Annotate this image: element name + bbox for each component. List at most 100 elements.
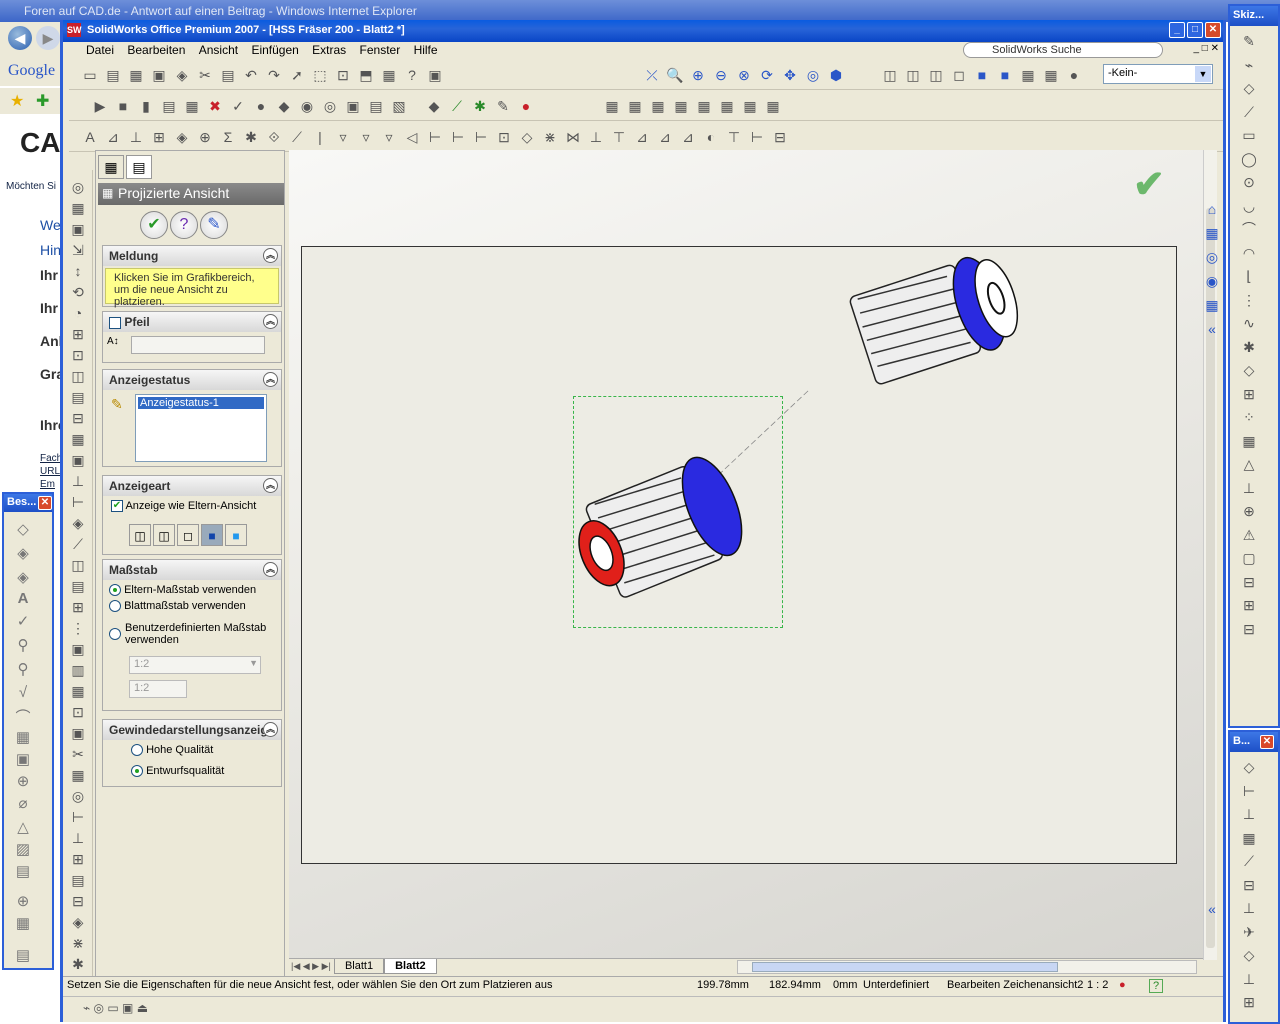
palette-title[interactable]: Skiz... bbox=[1230, 6, 1278, 26]
datum-icon[interactable]: ▣ bbox=[12, 750, 34, 768]
line-icon[interactable]: ⟋ bbox=[448, 97, 466, 115]
perpendicular-icon[interactable]: ⊥ bbox=[127, 128, 145, 146]
select-icon[interactable]: ➚ bbox=[288, 66, 306, 84]
forward-icon[interactable]: ▶ bbox=[36, 26, 60, 50]
shaded-edges-icon[interactable]: ■ bbox=[973, 66, 991, 84]
layer-icon[interactable]: ▤ bbox=[160, 97, 178, 115]
sketch-tool-icon[interactable]: ◯ bbox=[1240, 150, 1258, 168]
collapse-icon[interactable]: ︽ bbox=[263, 478, 278, 493]
surface-finish-icon[interactable]: √ bbox=[12, 684, 34, 702]
ok-button[interactable]: ✔ bbox=[140, 211, 168, 239]
minimize-icon[interactable]: _ bbox=[1169, 22, 1185, 38]
pause-icon[interactable]: ▮ bbox=[137, 97, 155, 115]
shape-icon[interactable]: ◇ bbox=[518, 128, 536, 146]
list-icon[interactable]: ▤ bbox=[367, 97, 385, 115]
side-tool-icon[interactable]: ▤ bbox=[69, 577, 87, 595]
wireframe-icon[interactable]: ◫ bbox=[881, 66, 899, 84]
top2-icon[interactable]: ⊤ bbox=[725, 128, 743, 146]
save-icon[interactable]: ▦ bbox=[127, 66, 145, 84]
task-pane-tab-icon[interactable]: ⌂ bbox=[1203, 200, 1221, 218]
diamond-icon[interactable]: ◆ bbox=[275, 97, 293, 115]
hidden-visible-icon[interactable]: ◫ bbox=[904, 66, 922, 84]
collapse-icon[interactable]: ︽ bbox=[263, 562, 278, 577]
hidden-removed-icon[interactable]: ◫ bbox=[927, 66, 945, 84]
triangle-icon[interactable]: ⊿ bbox=[104, 128, 122, 146]
side-tool-icon[interactable]: ▣ bbox=[69, 640, 87, 658]
shaded-icon[interactable]: ■ bbox=[996, 66, 1014, 84]
task-pane-tab-icon[interactable]: « bbox=[1203, 320, 1221, 338]
mdi-controls-icon[interactable]: _ □ ✕ bbox=[1193, 43, 1219, 54]
search-input[interactable]: SolidWorks Suche bbox=[963, 42, 1163, 58]
menu-extras[interactable]: Extras bbox=[307, 42, 351, 58]
line-icon[interactable]: ⟋ bbox=[288, 128, 306, 146]
stacked-balloon-icon[interactable]: ◈ bbox=[12, 568, 34, 586]
task-pane-tab-icon[interactable]: ▦ bbox=[1203, 224, 1221, 242]
weld-icon[interactable]: ⚲ bbox=[12, 636, 34, 654]
pan-icon[interactable]: ✥ bbox=[781, 66, 799, 84]
add-favorite-icon[interactable]: ✚ bbox=[36, 91, 49, 111]
point-icon[interactable]: ✱ bbox=[471, 97, 489, 115]
print-icon[interactable]: ▣ bbox=[150, 66, 168, 84]
silhouette-icon[interactable]: ◻ bbox=[950, 66, 968, 84]
view-3-icon[interactable]: ▦ bbox=[649, 97, 667, 115]
arrow-icon[interactable]: ◁ bbox=[403, 128, 421, 146]
table-icon[interactable]: ▦ bbox=[183, 97, 201, 115]
dimension-tool-icon[interactable]: ✈ bbox=[1240, 923, 1258, 941]
side-tool-icon[interactable]: ✱ bbox=[69, 955, 87, 973]
page-link[interactable]: Em bbox=[40, 479, 55, 490]
sketch-tool-icon[interactable]: △ bbox=[1240, 455, 1258, 473]
side-tool-icon[interactable]: ⊡ bbox=[69, 703, 87, 721]
chevron-down-icon[interactable]: ▼ bbox=[249, 658, 258, 668]
shade-icon[interactable]: ⬢ bbox=[827, 66, 845, 84]
page-link[interactable]: Möchten Si bbox=[6, 181, 56, 192]
block-icon[interactable]: ▤ bbox=[12, 862, 34, 880]
sketch-tool-icon[interactable]: ⁘ bbox=[1240, 408, 1258, 426]
view-icon[interactable]: ◎ bbox=[804, 66, 822, 84]
delete-icon[interactable]: ✖ bbox=[206, 97, 224, 115]
dim4-icon[interactable]: ⊢ bbox=[748, 128, 766, 146]
dimension-tool-icon[interactable]: ⊥ bbox=[1240, 805, 1258, 823]
grid-icon[interactable]: ▧ bbox=[390, 97, 408, 115]
print-preview-icon[interactable]: ◈ bbox=[173, 66, 191, 84]
shaded-icon[interactable]: ■ bbox=[225, 524, 247, 546]
dimension-tool-icon[interactable]: ◇ bbox=[1240, 946, 1258, 964]
side-tool-icon[interactable]: ⊢ bbox=[69, 493, 87, 511]
collapse-icon[interactable]: ︽ bbox=[263, 722, 278, 737]
side-tool-icon[interactable]: ▦ bbox=[69, 199, 87, 217]
globe-icon[interactable]: ◉ bbox=[298, 97, 316, 115]
record-icon[interactable]: ● bbox=[517, 97, 535, 115]
side-tool-icon[interactable]: ⟋ bbox=[69, 535, 87, 553]
close-icon[interactable]: ✕ bbox=[1205, 22, 1221, 38]
side-tool-icon[interactable]: ⊢ bbox=[69, 808, 87, 826]
search-icon[interactable]: ⚲ bbox=[12, 660, 34, 678]
side-tool-icon[interactable]: ◎ bbox=[69, 787, 87, 805]
view-2-icon[interactable]: ▦ bbox=[626, 97, 644, 115]
side-tool-icon[interactable]: ⊥ bbox=[69, 829, 87, 847]
realview-icon[interactable]: ● bbox=[1065, 66, 1083, 84]
menu-einfuegen[interactable]: Einfügen bbox=[246, 42, 303, 58]
dim2-icon[interactable]: ⊢ bbox=[449, 128, 467, 146]
display-state-list[interactable]: Anzeigestatus-1 bbox=[135, 394, 267, 462]
sketch-tool-icon[interactable]: ⋮ bbox=[1240, 291, 1258, 309]
collapse-icon[interactable]: ︽ bbox=[263, 372, 278, 387]
side-tool-icon[interactable]: ▣ bbox=[69, 451, 87, 469]
sheet-nav-icon[interactable]: |◀ ◀ ▶ ▶| bbox=[291, 961, 331, 971]
sketch-tool-icon[interactable]: ◇ bbox=[1240, 79, 1258, 97]
balloon-icon[interactable]: ◈ bbox=[173, 128, 191, 146]
page-link[interactable]: Fach bbox=[40, 453, 62, 464]
hidden-lines-removed-icon[interactable]: ◻ bbox=[177, 524, 199, 546]
dim3-icon[interactable]: ⊢ bbox=[472, 128, 490, 146]
sketch-tool-icon[interactable]: ✱ bbox=[1240, 338, 1258, 356]
anzeigestatus-header[interactable]: Anzeigestatus ︽ bbox=[103, 370, 281, 390]
chevron-down-icon[interactable]: ▼ bbox=[1195, 66, 1211, 82]
anzeigeart-header[interactable]: Anzeigeart ︽ bbox=[103, 476, 281, 496]
side-tool-icon[interactable]: ▦ bbox=[69, 682, 87, 700]
sketch-tool-icon[interactable]: ◇ bbox=[1240, 361, 1258, 379]
pfeil-checkbox[interactable] bbox=[109, 316, 121, 329]
section-icon[interactable]: ▦ bbox=[1019, 66, 1037, 84]
bar-icon[interactable]: | bbox=[311, 128, 329, 146]
open-icon[interactable]: ▤ bbox=[104, 66, 122, 84]
play-icon[interactable]: ▶ bbox=[91, 97, 109, 115]
dimension-tool-icon[interactable]: ◇ bbox=[1240, 758, 1258, 776]
gear-view-1[interactable] bbox=[563, 449, 754, 607]
